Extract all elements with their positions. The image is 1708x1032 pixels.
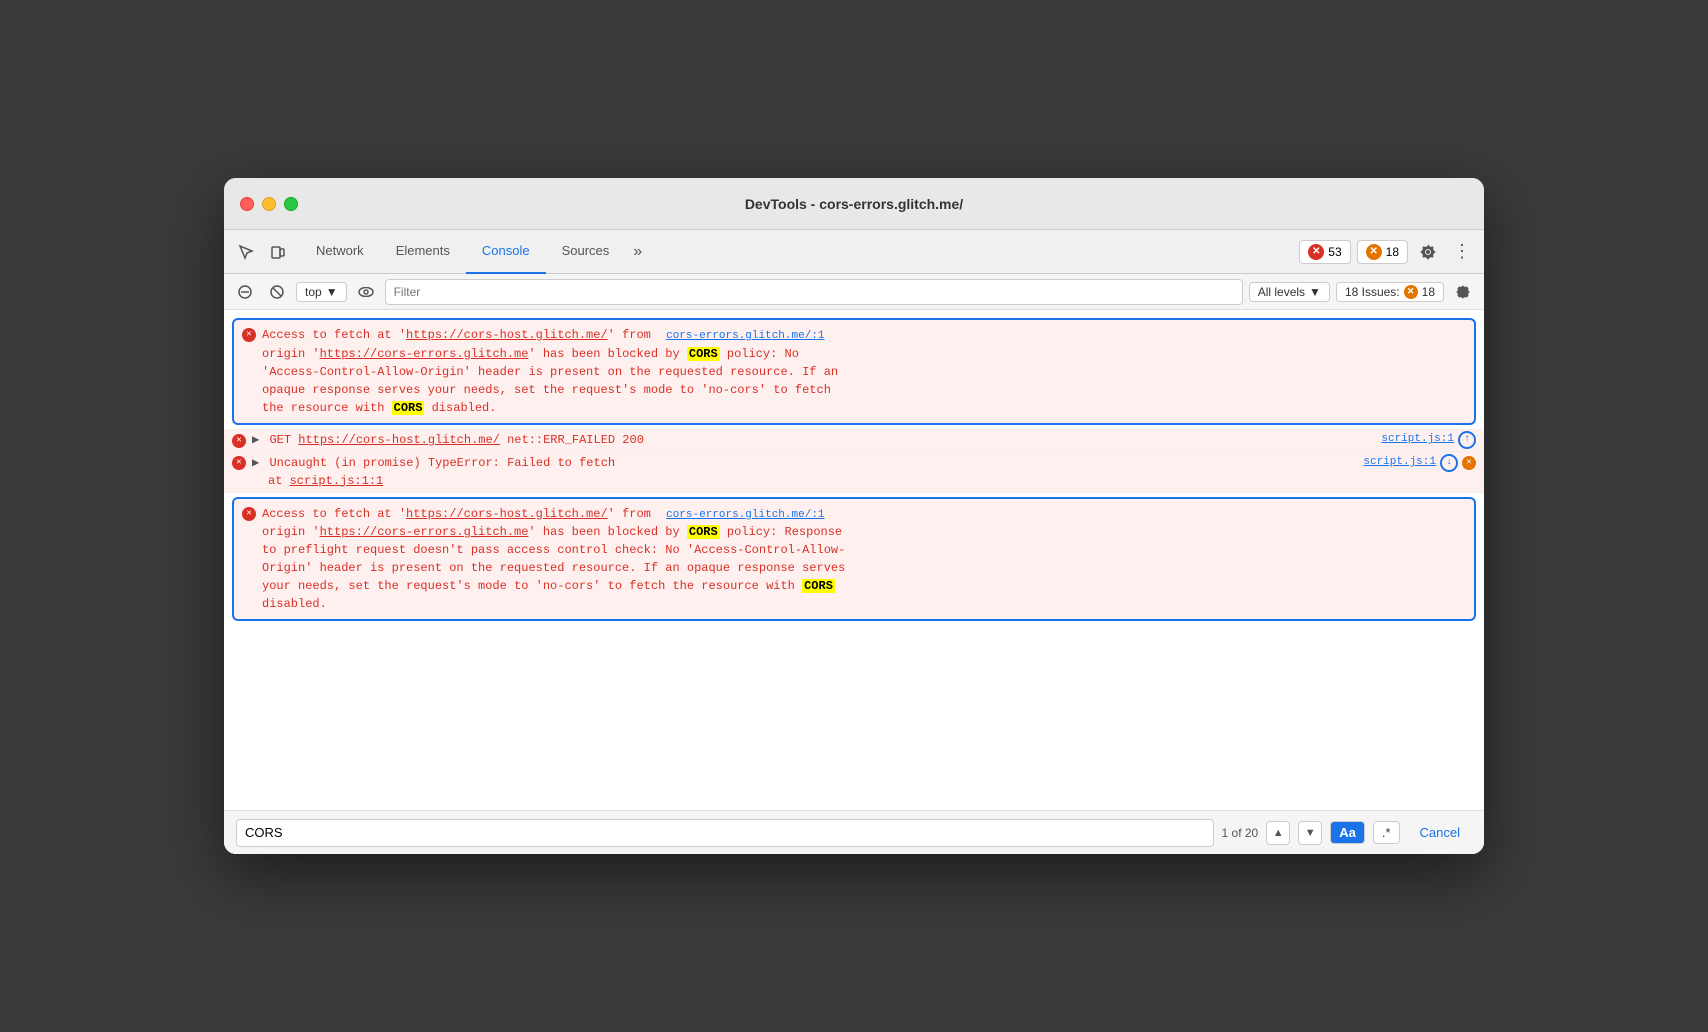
tab-network[interactable]: Network: [300, 230, 380, 274]
toolbar-icons: [232, 238, 292, 266]
dropdown-arrow-icon: ▼: [326, 285, 338, 299]
console-entry-1: ✕ Access to fetch at 'https://cors-host.…: [232, 318, 1476, 425]
clear-console-button[interactable]: [232, 279, 258, 305]
error-icon-3: ✕: [232, 456, 246, 470]
entry-right-3: script.js:1 ↓ ✕: [1355, 454, 1476, 472]
titlebar: DevTools - cors-errors.glitch.me/: [224, 178, 1484, 230]
console-settings-button[interactable]: [1450, 279, 1476, 305]
case-sensitive-button[interactable]: Aa: [1330, 821, 1365, 844]
issues-badge-icon: ✕: [1404, 285, 1418, 299]
filter-input[interactable]: [385, 279, 1243, 305]
more-tabs-button[interactable]: »: [625, 243, 650, 261]
console-toolbar: top ▼ All levels ▼ 18 Issues: ✕ 18: [224, 274, 1484, 310]
search-bar: 1 of 20 ▲ ▼ Aa .* Cancel: [224, 810, 1484, 854]
entry-content-1: Access to fetch at 'https://cors-host.gl…: [262, 326, 1466, 417]
minimize-button[interactable]: [262, 197, 276, 211]
device-toolbar-button[interactable]: [264, 238, 292, 266]
error-icon: ✕: [1308, 244, 1324, 260]
errors-badge-button[interactable]: ✕ 53: [1299, 240, 1350, 264]
devtools-window: DevTools - cors-errors.glitch.me/ Networ…: [224, 178, 1484, 854]
ban-button[interactable]: [264, 279, 290, 305]
console-body: ✕ Access to fetch at 'https://cors-host.…: [224, 310, 1484, 810]
search-input[interactable]: [236, 819, 1214, 847]
stacktrace-link-1[interactable]: script.js:1:1: [290, 474, 384, 488]
error-icon-2: ✕: [232, 434, 246, 448]
regex-button[interactable]: .*: [1373, 821, 1400, 844]
maximize-button[interactable]: [284, 197, 298, 211]
cors-highlight-1: CORS: [687, 347, 720, 361]
expand-triangle-3[interactable]: ▶: [252, 454, 259, 472]
console-entry-2: ✕ ▶ GET https://cors-host.glitch.me/ net…: [224, 429, 1484, 452]
log-levels-button[interactable]: All levels ▼: [1249, 282, 1330, 302]
cors-highlight-2: CORS: [392, 401, 425, 415]
search-next-button[interactable]: ▼: [1298, 821, 1322, 845]
top-toolbar: Network Elements Console Sources » ✕: [224, 230, 1484, 274]
entry-content-4: Access to fetch at 'https://cors-host.gl…: [262, 505, 1466, 614]
error-icon-1: ✕: [242, 328, 256, 342]
cors-errors-link-1[interactable]: https://cors-errors.glitch.me: [320, 347, 529, 361]
console-entry-4: ✕ Access to fetch at 'https://cors-host.…: [232, 497, 1476, 622]
expand-triangle-2[interactable]: ▶: [252, 431, 259, 449]
devtools-panel: Network Elements Console Sources » ✕: [224, 230, 1484, 854]
inspect-element-button[interactable]: [232, 238, 260, 266]
search-count: 1 of 20: [1222, 826, 1259, 840]
more-options-button[interactable]: ⋮: [1448, 238, 1476, 266]
get-link-1[interactable]: https://cors-host.glitch.me/: [298, 433, 500, 447]
entry-right-2: script.js:1 ↑: [1373, 431, 1476, 449]
toolbar-right: ✕ 53 ✕ 18 ⋮: [1299, 238, 1476, 266]
tab-sources[interactable]: Sources: [546, 230, 626, 274]
context-selector[interactable]: top ▼: [296, 282, 347, 302]
traffic-lights: [240, 197, 298, 211]
dismiss-button-3[interactable]: ✕: [1462, 456, 1476, 470]
source-link-1[interactable]: cors-errors.glitch.me/:1: [666, 330, 824, 342]
main-tabs: Network Elements Console Sources »: [300, 230, 1299, 274]
entry-content-3: ▶ Uncaught (in promise) TypeError: Faile…: [252, 454, 615, 490]
error-icon-4: ✕: [242, 507, 256, 521]
cors-errors-link-2[interactable]: https://cors-errors.glitch.me: [320, 525, 529, 539]
close-button[interactable]: [240, 197, 254, 211]
tab-console[interactable]: Console: [466, 230, 546, 274]
eye-button[interactable]: [353, 279, 379, 305]
warning-icon: ✕: [1366, 244, 1382, 260]
search-cancel-button[interactable]: Cancel: [1408, 822, 1472, 843]
cors-highlight-3: CORS: [687, 525, 720, 539]
source-link-4[interactable]: cors-errors.glitch.me/:1: [666, 509, 824, 521]
search-prev-button[interactable]: ▲: [1266, 821, 1290, 845]
source-link-3[interactable]: script.js:1: [1363, 454, 1436, 471]
console-entry-3: ✕ ▶ Uncaught (in promise) TypeError: Fai…: [224, 452, 1484, 493]
cors-highlight-4: CORS: [802, 579, 835, 593]
entry-content-2: ▶ GET https://cors-host.glitch.me/ net::…: [252, 431, 644, 449]
scroll-down-button-3[interactable]: ↓: [1440, 454, 1458, 472]
window-title: DevTools - cors-errors.glitch.me/: [745, 196, 963, 212]
settings-button[interactable]: [1414, 238, 1442, 266]
cors-host-link-2[interactable]: https://cors-host.glitch.me/: [406, 507, 608, 521]
levels-dropdown-icon: ▼: [1309, 285, 1321, 299]
scroll-up-button-2[interactable]: ↑: [1458, 431, 1476, 449]
source-link-2[interactable]: script.js:1: [1381, 431, 1454, 448]
tab-elements[interactable]: Elements: [380, 230, 466, 274]
warnings-badge-button[interactable]: ✕ 18: [1357, 240, 1408, 264]
cors-host-link-1[interactable]: https://cors-host.glitch.me/: [406, 328, 608, 342]
issues-button[interactable]: 18 Issues: ✕ 18: [1336, 282, 1444, 302]
